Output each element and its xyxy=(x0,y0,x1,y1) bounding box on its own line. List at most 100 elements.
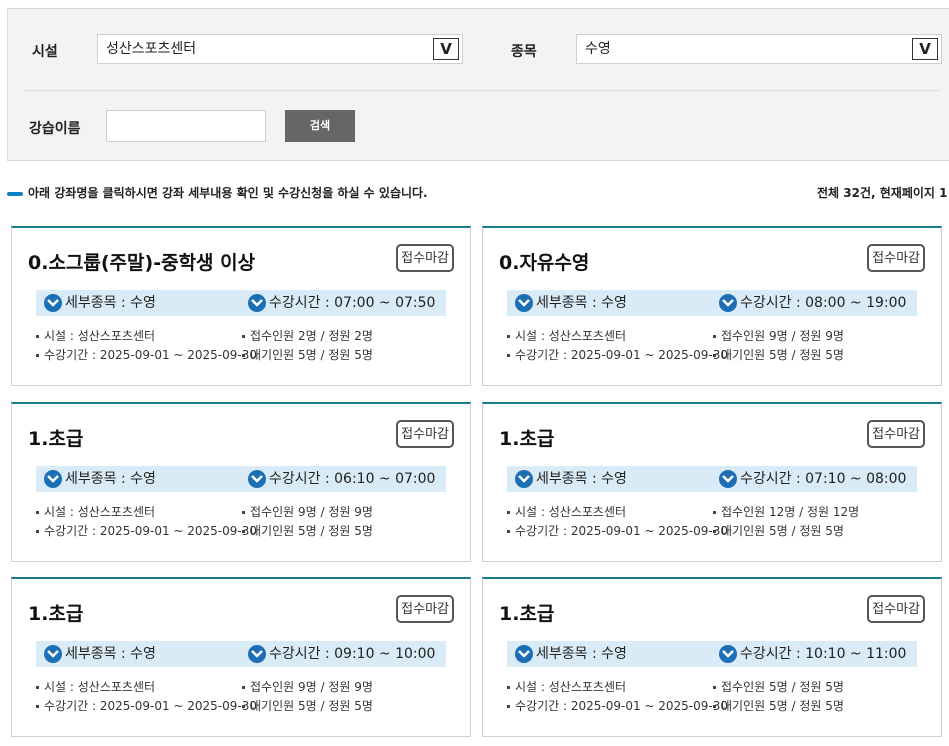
enrolled-value: 접수인원 9명 / 정원 9명 xyxy=(250,680,373,694)
course-name-label: 강습이름 xyxy=(29,121,81,137)
facility-label: 시설 : xyxy=(515,680,549,694)
time-label: 수강시간 : xyxy=(269,471,335,487)
enrolled-row: 접수인원 9명 / 정원 9명 xyxy=(242,503,373,520)
enrolled-value: 접수인원 5명 / 정원 5명 xyxy=(721,680,844,694)
course-title[interactable]: 1.초급 xyxy=(499,599,554,626)
course-card[interactable]: 1.초급 접수마감 세부종목 : 수영 수강시간 : 10:10 ~ 11:00 시설 … xyxy=(482,577,942,737)
facility-row: 시설 : 성산스포츠센터 xyxy=(507,503,626,520)
time-label: 수강시간 : xyxy=(740,471,806,487)
bullet-icon xyxy=(36,335,39,338)
chevron-down-icon[interactable]: V xyxy=(912,38,938,60)
period-label: 수강기간 : xyxy=(515,699,571,713)
check-circle-icon xyxy=(248,294,266,312)
enrolled-row: 접수인원 9명 / 정원 9명 xyxy=(242,678,373,695)
course-title[interactable]: 1.초급 xyxy=(28,599,83,626)
facility-value: 성산스포츠센터 xyxy=(548,680,627,694)
period-value: 2025-09-01 ~ 2025-09-30 xyxy=(570,348,729,362)
sub-sport-value: 수영 xyxy=(130,295,156,311)
waiting-row: 대기인원 5명 / 정원 5명 xyxy=(242,346,373,363)
period-label: 수강기간 : xyxy=(44,348,100,362)
waiting-value: 대기인원 5명 / 정원 5명 xyxy=(721,699,844,713)
bullet-icon xyxy=(507,354,510,357)
time-value: 07:00 ~ 07:50 xyxy=(334,295,436,311)
bullet-bar-icon xyxy=(7,192,23,196)
bullet-icon xyxy=(713,354,716,357)
facility-value: 성산스포츠센터 xyxy=(77,505,156,519)
check-circle-icon xyxy=(515,294,533,312)
period-value: 2025-09-01 ~ 2025-09-30 xyxy=(99,348,258,362)
check-circle-icon xyxy=(248,470,266,488)
sport-select[interactable]: 수영 V xyxy=(576,34,942,64)
period-label: 수강기간 : xyxy=(515,524,571,538)
sub-sport-text: 세부종목 : 수영 xyxy=(65,641,156,667)
sub-sport-label: 세부종목 : xyxy=(65,646,131,662)
course-card[interactable]: 0.자유수영 접수마감세부종목 : 수영 수강시간 : 08:00 ~ 19:00 시… xyxy=(482,226,942,386)
course-card[interactable]: 0.소그룹(주말)-중학생 이상 접수마감 세부종목 : 수영 수강시간 : 07:0… xyxy=(11,226,471,386)
facility-value: 성산스포츠센터 xyxy=(548,329,627,343)
enrolled-value: 접수인원 12명 / 정원 12명 xyxy=(721,505,860,519)
period-row: 수강기간 : 2025-09-01 ~ 2025-09-30 xyxy=(36,697,257,714)
period-row: 수강기간 : 2025-09-01 ~ 2025-09-30 xyxy=(507,697,728,714)
waiting-value: 대기인원 5명 / 정원 5명 xyxy=(721,348,844,362)
bullet-icon xyxy=(507,686,510,689)
facility-label: 시설 : xyxy=(515,329,549,343)
enrolled-row: 접수인원 2명 / 정원 2명 xyxy=(242,327,373,344)
sub-sport-text: 세부종목 : 수영 xyxy=(536,466,627,492)
bullet-icon xyxy=(242,705,245,708)
time-text: 수강시간 : 07:10 ~ 08:00 xyxy=(740,466,906,492)
course-summary-bar: 세부종목 : 수영 수강시간 : 07:00 ~ 07:50 xyxy=(36,290,446,316)
bullet-icon xyxy=(507,530,510,533)
sub-sport-text: 세부종목 : 수영 xyxy=(536,641,627,667)
bullet-icon xyxy=(36,530,39,533)
course-summary-bar: 세부종목 : 수영 수강시간 : 07:10 ~ 08:00 xyxy=(507,466,917,492)
chevron-down-icon[interactable]: V xyxy=(433,38,459,60)
bullet-icon xyxy=(242,511,245,514)
enrolled-value: 접수인원 2명 / 정원 2명 xyxy=(250,329,373,343)
waiting-row: 대기인원 5명 / 정원 5명 xyxy=(242,697,373,714)
course-title[interactable]: 1.초급 xyxy=(499,424,554,451)
info-row: 아래 강좌명을 클릭하시면 강좌 세부내용 확인 및 수강신청을 하실 수 있습… xyxy=(7,183,949,203)
period-value: 2025-09-01 ~ 2025-09-30 xyxy=(570,524,729,538)
course-name-input[interactable] xyxy=(106,110,266,142)
facility-label: 시설 : xyxy=(44,505,78,519)
bullet-icon xyxy=(242,335,245,338)
waiting-value: 대기인원 5명 / 정원 5명 xyxy=(250,524,373,538)
time-text: 수강시간 : 10:10 ~ 11:00 xyxy=(740,641,906,667)
course-card[interactable]: 1.초급 접수마감 세부종목 : 수영 수강시간 : 09:10 ~ 10:00 시설 … xyxy=(11,577,471,737)
sub-sport-text: 세부종목 : 수영 xyxy=(65,290,156,316)
bullet-icon xyxy=(36,354,39,357)
sub-sport-value: 수영 xyxy=(601,295,627,311)
check-circle-icon xyxy=(719,294,737,312)
course-title[interactable]: 0.자유수영 xyxy=(499,248,589,275)
period-label: 수강기간 : xyxy=(515,348,571,362)
sub-sport-value: 수영 xyxy=(601,646,627,662)
search-button[interactable]: 검색 xyxy=(285,110,355,142)
period-label: 수강기간 : xyxy=(44,524,100,538)
course-card[interactable]: 1.초급 접수마감 세부종목 : 수영 수강시간 : 07:10 ~ 08:00 시설 … xyxy=(482,402,942,562)
enrolled-row: 접수인원 12명 / 정원 12명 xyxy=(713,503,859,520)
facility-label: 시설 xyxy=(32,44,58,60)
facility-row: 시설 : 성산스포츠센터 xyxy=(507,678,626,695)
period-value: 2025-09-01 ~ 2025-09-30 xyxy=(99,699,258,713)
bullet-icon xyxy=(242,686,245,689)
facility-value: 성산스포츠센터 xyxy=(548,505,627,519)
status-badge: 접수마감 xyxy=(867,244,925,272)
status-badge: 접수마감 xyxy=(396,420,454,448)
check-circle-icon xyxy=(719,645,737,663)
search-panel: 시설 성산스포츠센터 V 종목 수영 V 강습이름 검색 xyxy=(7,8,949,161)
sub-sport-value: 수영 xyxy=(601,471,627,487)
bullet-icon xyxy=(36,511,39,514)
sub-sport-label: 세부종목 : xyxy=(536,295,602,311)
waiting-row: 대기인원 5명 / 정원 5명 xyxy=(713,346,844,363)
time-value: 08:00 ~ 19:00 xyxy=(805,295,907,311)
course-title[interactable]: 1.초급 xyxy=(28,424,83,451)
sub-sport-value: 수영 xyxy=(130,646,156,662)
course-summary-bar: 세부종목 : 수영 수강시간 : 08:00 ~ 19:00 xyxy=(507,290,917,316)
bullet-icon xyxy=(713,335,716,338)
time-label: 수강시간 : xyxy=(269,646,335,662)
period-row: 수강기간 : 2025-09-01 ~ 2025-09-30 xyxy=(507,522,728,539)
course-card[interactable]: 1.초급 접수마감 세부종목 : 수영 수강시간 : 06:10 ~ 07:00 시설 … xyxy=(11,402,471,562)
facility-select[interactable]: 성산스포츠센터 V xyxy=(97,34,463,64)
facility-label: 시설 : xyxy=(44,680,78,694)
course-title[interactable]: 0.소그룹(주말)-중학생 이상 xyxy=(28,248,255,275)
